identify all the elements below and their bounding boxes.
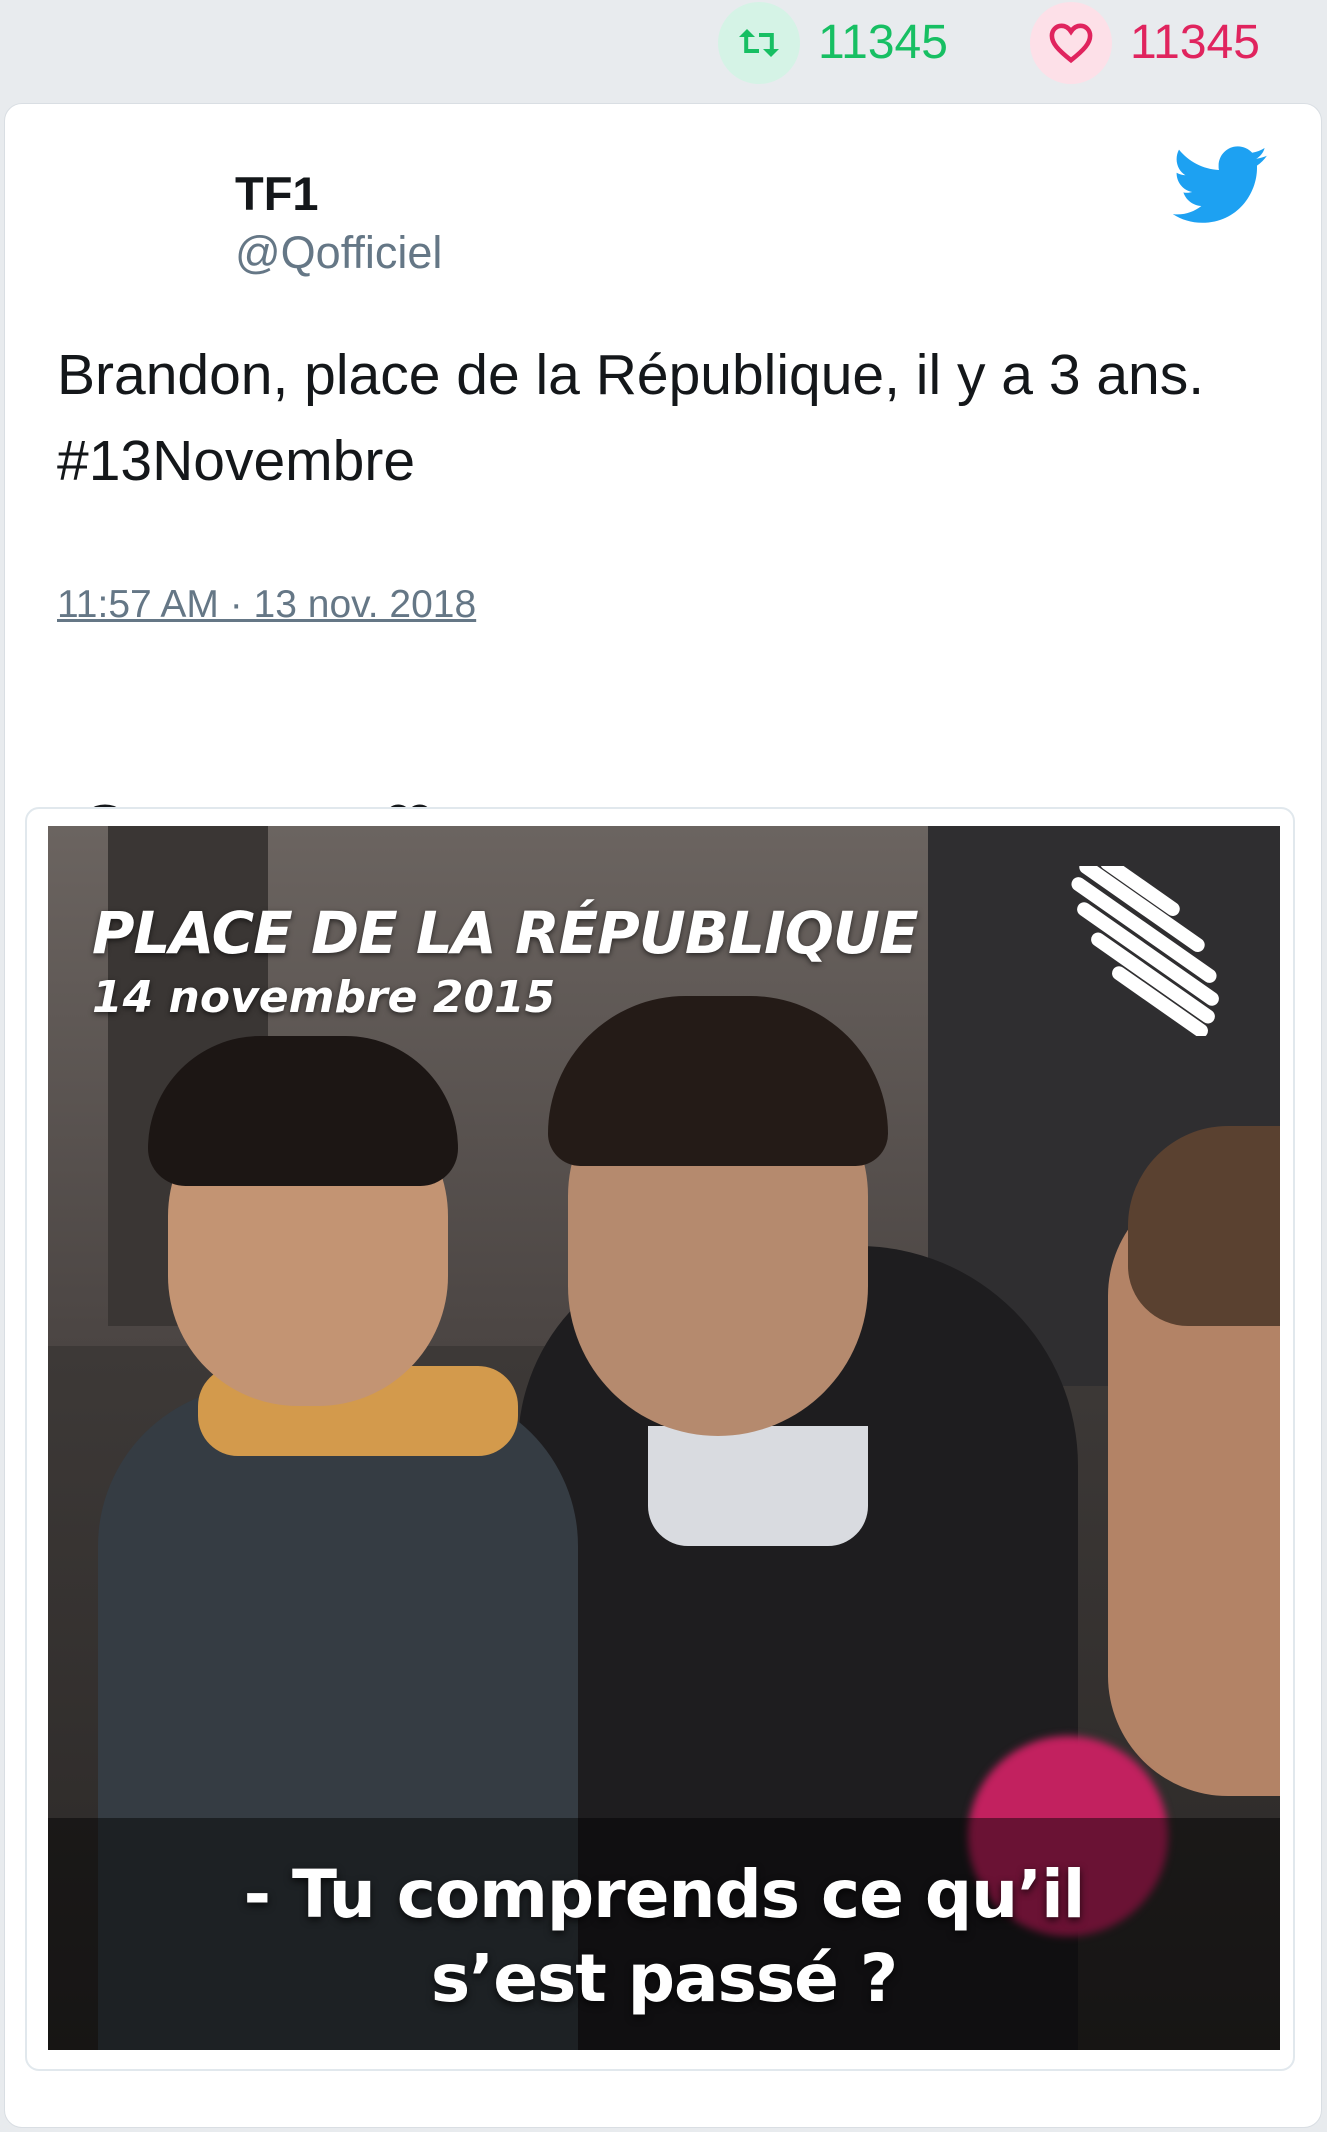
engagement-bar: 11345 11345 (0, 0, 1327, 100)
subtitle-line-2: s’est passé ? (430, 1940, 898, 2017)
avatar[interactable] (57, 156, 187, 286)
author-handle[interactable]: @Qofficiel (235, 226, 442, 280)
subtitle-line-1: - Tu comprends ce qu’il (243, 1856, 1086, 1933)
like-count: 11345 (1130, 16, 1260, 69)
retweet-icon[interactable] (718, 2, 800, 84)
tweet-timestamp[interactable]: 11:57 AM · 13 nov. 2018 (57, 582, 476, 629)
retweet-count: 11345 (818, 16, 948, 69)
tweet-text: Brandon, place de la République, il y a … (57, 343, 1205, 493)
man-collar (648, 1426, 868, 1546)
video-overlay-title: PLACE DE LA RÉPUBLIQUE (92, 899, 919, 967)
video-overlay-date: 14 novembre 2015 (92, 972, 556, 1023)
heart-icon[interactable] (1030, 2, 1112, 84)
child-hair (148, 1036, 458, 1186)
striped-logo-icon (1071, 866, 1219, 1036)
video-thumbnail[interactable]: PLACE DE LA RÉPUBLIQUE 14 novembre 2015 … (48, 826, 1280, 2050)
retweet-stat[interactable]: 11345 (718, 0, 948, 86)
author-name[interactable]: TF1 (235, 166, 319, 222)
like-stat[interactable]: 11345 (1030, 0, 1260, 86)
twitter-bird-icon[interactable] (1173, 146, 1269, 226)
